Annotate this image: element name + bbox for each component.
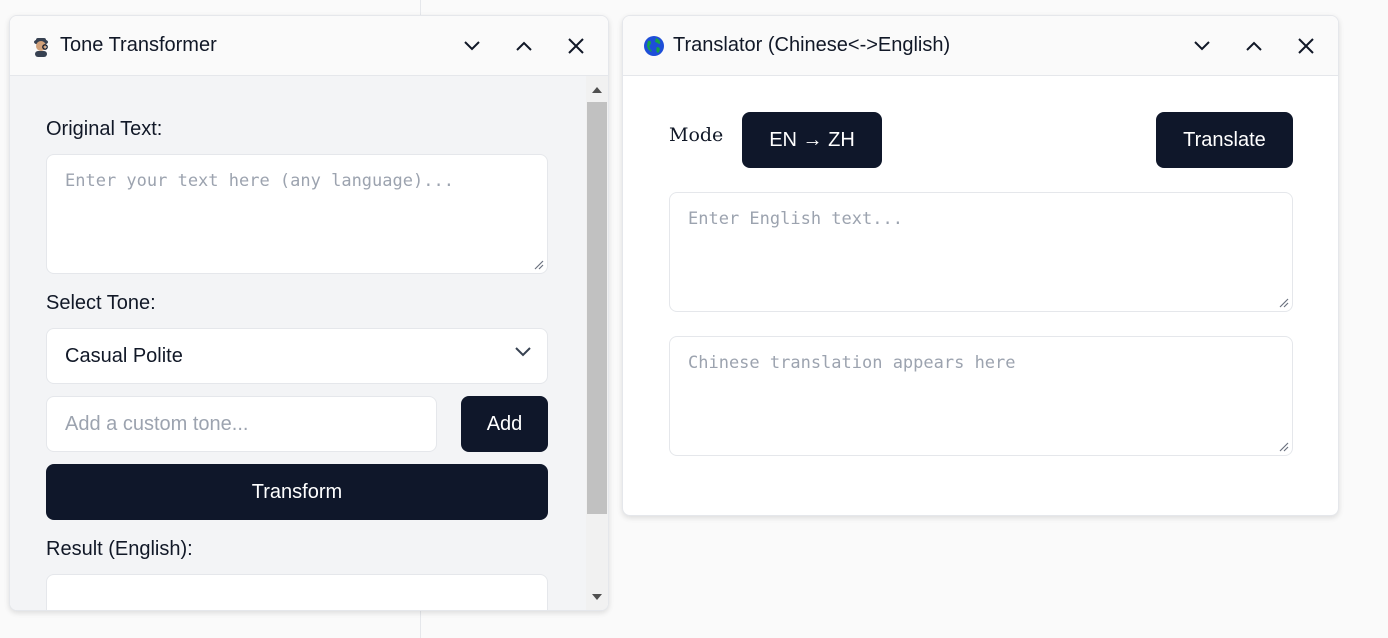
chevron-down-icon bbox=[515, 347, 531, 357]
tone-transformer-window: Tone Transformer Original Text: Enter yo… bbox=[9, 15, 609, 611]
tone-transformer-header[interactable]: Tone Transformer bbox=[10, 16, 608, 76]
minimize-chevron-down-icon[interactable] bbox=[1188, 32, 1216, 60]
resize-handle-icon[interactable] bbox=[1277, 440, 1289, 452]
chinese-translation-output[interactable]: Chinese translation appears here bbox=[669, 336, 1293, 456]
scrollbar[interactable] bbox=[586, 76, 608, 610]
selected-tone: Casual Polite bbox=[65, 344, 183, 367]
resize-handle-icon[interactable] bbox=[532, 258, 544, 270]
translate-button[interactable]: Translate bbox=[1156, 112, 1293, 168]
maximize-chevron-up-icon[interactable] bbox=[1240, 32, 1268, 60]
close-icon[interactable] bbox=[562, 32, 590, 60]
translator-header[interactable]: Translator (Chinese<->English) bbox=[623, 16, 1338, 76]
mode-toggle-button[interactable]: EN → ZH bbox=[742, 112, 882, 168]
original-text-placeholder: Enter your text here (any language)... bbox=[65, 171, 454, 191]
window-title: Translator (Chinese<->English) bbox=[643, 34, 950, 57]
close-icon[interactable] bbox=[1292, 32, 1320, 60]
english-input-placeholder: Enter English text... bbox=[688, 209, 903, 229]
result-label: Result (English): bbox=[46, 538, 193, 560]
minimize-chevron-down-icon[interactable] bbox=[458, 32, 486, 60]
translation-output-placeholder: Chinese translation appears here bbox=[688, 353, 1016, 373]
add-tone-button[interactable]: Add bbox=[461, 396, 548, 452]
mode-label: Mode bbox=[669, 124, 724, 146]
transform-button[interactable]: Transform bbox=[46, 464, 548, 520]
maximize-chevron-up-icon[interactable] bbox=[510, 32, 538, 60]
scrollbar-thumb[interactable] bbox=[587, 102, 607, 514]
tone-transformer-body[interactable]: Original Text: Enter your text here (any… bbox=[10, 76, 608, 610]
english-text-input[interactable]: Enter English text... bbox=[669, 192, 1293, 312]
original-text-input[interactable]: Enter your text here (any language)... bbox=[46, 154, 548, 274]
tone-transformer-title: Tone Transformer bbox=[60, 34, 217, 56]
tone-select[interactable]: Casual Polite bbox=[46, 328, 548, 384]
globe-icon bbox=[643, 35, 665, 57]
resize-handle-icon[interactable] bbox=[1277, 296, 1289, 308]
scroll-up-arrow-icon[interactable] bbox=[586, 80, 608, 100]
custom-tone-input[interactable]: Add a custom tone... bbox=[46, 396, 437, 452]
detective-icon bbox=[30, 35, 52, 57]
scroll-down-arrow-icon[interactable] bbox=[586, 587, 608, 607]
custom-tone-placeholder: Add a custom tone... bbox=[65, 412, 249, 435]
window-title: Tone Transformer bbox=[30, 34, 217, 57]
translator-window: Translator (Chinese<->English) Mode EN →… bbox=[622, 15, 1339, 516]
original-text-label: Original Text: bbox=[46, 118, 163, 140]
translator-title: Translator (Chinese<->English) bbox=[673, 34, 951, 56]
result-output bbox=[46, 574, 548, 610]
select-tone-label: Select Tone: bbox=[46, 292, 156, 314]
